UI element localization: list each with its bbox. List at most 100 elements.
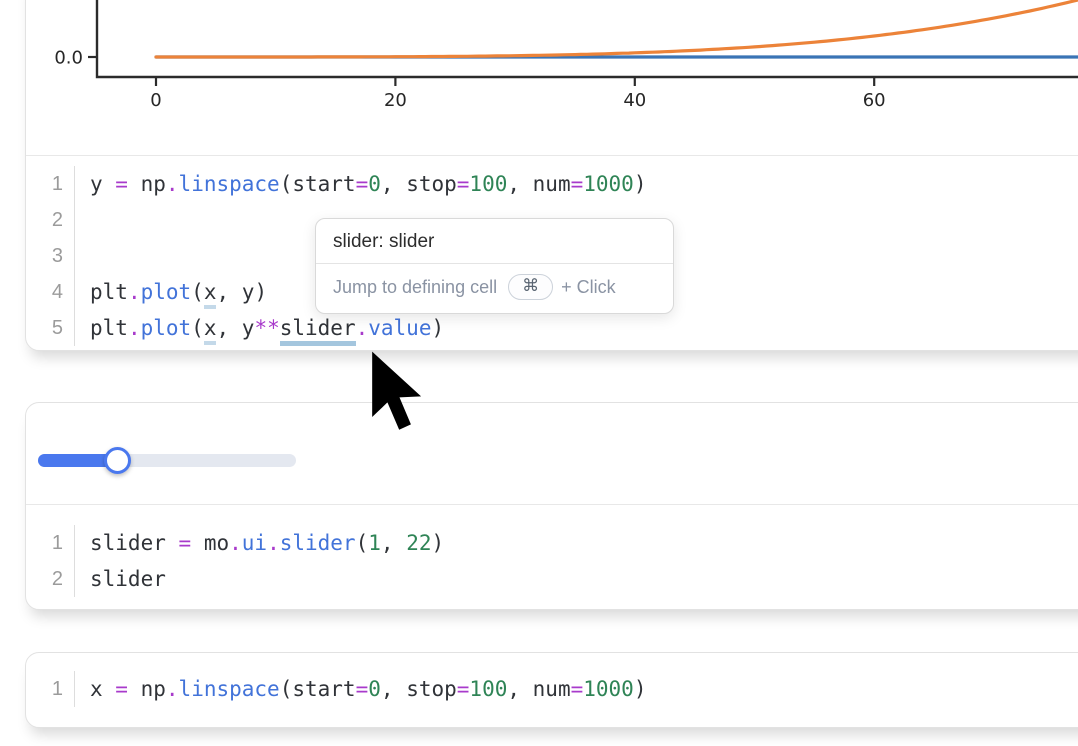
- code-token: .: [128, 316, 141, 340]
- code-token: =: [115, 172, 128, 196]
- mouse-cursor-icon: [369, 349, 423, 433]
- code-token: 0: [368, 172, 381, 196]
- slider-handle[interactable]: [104, 447, 131, 474]
- code-token: plt: [90, 316, 128, 340]
- code-token: linspace: [179, 677, 280, 701]
- code-token: .: [229, 531, 242, 555]
- code-token: y: [90, 172, 115, 196]
- code-token: (: [191, 316, 204, 340]
- notebook-cell-slider: 1slider = mo.ui.slider(1, 22)2 slider: [25, 402, 1078, 610]
- code-token: =: [115, 677, 128, 701]
- line-number: 2: [26, 561, 75, 597]
- code-token: .: [267, 531, 280, 555]
- line-number: 4: [26, 274, 75, 310]
- code-token: .: [128, 280, 141, 304]
- code-token: slider: [280, 531, 356, 555]
- hover-tooltip: slider: slider Jump to defining cell ⌘ +…: [315, 218, 674, 314]
- line-number: 1: [26, 671, 75, 707]
- tooltip-action-row: Jump to defining cell ⌘ + Click: [316, 264, 673, 313]
- code-token: (: [280, 172, 293, 196]
- reactive-ref-slider[interactable]: slider: [280, 316, 356, 346]
- code-token: ): [634, 677, 647, 701]
- reactive-ref-x[interactable]: x: [204, 280, 217, 309]
- code-token: ): [254, 280, 267, 304]
- code-token: =: [356, 172, 369, 196]
- svg-text:0: 0: [150, 90, 161, 111]
- notebook-cell-x: 1x = np.linspace(start=0, stop=100, num=…: [25, 652, 1078, 728]
- code-line: 2 slider: [26, 561, 1078, 597]
- code-line: 1y = np.linspace(start=0, stop=100, num=…: [26, 166, 1078, 202]
- code-token: mo: [191, 531, 229, 555]
- svg-text:20: 20: [384, 90, 407, 111]
- code-line-text: plt.plot(x, y**slider.value): [75, 310, 444, 346]
- code-token: y: [242, 316, 255, 340]
- code-token: ): [431, 316, 444, 340]
- code-token: ,: [507, 172, 532, 196]
- code-token: plot: [141, 280, 192, 304]
- matplotlib-output: 0.00204060: [26, 0, 1078, 147]
- code-token: stop: [406, 677, 457, 701]
- code-token: slider: [90, 531, 179, 555]
- code-token: =: [356, 677, 369, 701]
- code-editor-slider[interactable]: 1slider = mo.ui.slider(1, 22)2 slider: [26, 505, 1078, 609]
- code-token: 0: [368, 677, 381, 701]
- code-token: (: [280, 677, 293, 701]
- code-token: 22: [406, 531, 431, 555]
- code-token: .: [166, 172, 179, 196]
- code-token: ,: [381, 677, 406, 701]
- slider-track[interactable]: [38, 454, 296, 467]
- code-token: 1000: [583, 677, 634, 701]
- code-line: 5plt.plot(x, y**slider.value): [26, 310, 1078, 346]
- code-token: x: [90, 677, 115, 701]
- code-token: stop: [406, 172, 457, 196]
- code-line: 1slider = mo.ui.slider(1, 22): [26, 525, 1078, 561]
- code-token: **: [254, 316, 279, 340]
- code-line-text: slider = mo.ui.slider(1, 22): [75, 525, 444, 561]
- tooltip-title: slider: slider: [316, 219, 673, 263]
- code-token: 1000: [583, 172, 634, 196]
- code-token: ): [634, 172, 647, 196]
- reactive-ref-x[interactable]: x: [204, 316, 217, 345]
- code-line-text: slider: [75, 561, 166, 597]
- jump-to-defining-cell-label: Jump to defining cell: [333, 277, 497, 298]
- code-token: ,: [507, 677, 532, 701]
- code-token: ,: [381, 531, 406, 555]
- code-token: 1: [368, 531, 381, 555]
- code-token: =: [571, 172, 584, 196]
- code-token: ui: [242, 531, 267, 555]
- code-token: start: [292, 677, 355, 701]
- code-token: start: [292, 172, 355, 196]
- code-token: ,: [381, 172, 406, 196]
- code-token: 100: [469, 677, 507, 701]
- command-key-icon: ⌘: [508, 274, 553, 300]
- code-token: 100: [469, 172, 507, 196]
- code-token: num: [533, 677, 571, 701]
- code-token: y: [242, 280, 255, 304]
- code-line: 1x = np.linspace(start=0, stop=100, num=…: [26, 671, 1078, 707]
- line-number: 3: [26, 238, 75, 274]
- code-token: .: [166, 677, 179, 701]
- code-token: ): [431, 531, 444, 555]
- code-token: =: [457, 172, 470, 196]
- code-token: slider: [90, 567, 166, 591]
- code-token: value: [368, 316, 431, 340]
- code-line-text: x = np.linspace(start=0, stop=100, num=1…: [75, 671, 646, 707]
- code-editor-x[interactable]: 1x = np.linspace(start=0, stop=100, num=…: [26, 653, 1078, 727]
- code-token: np: [128, 677, 166, 701]
- code-token: (: [191, 280, 204, 304]
- code-token: (: [356, 531, 369, 555]
- line-number: 2: [26, 202, 75, 238]
- plot-output-area: 0.00204060: [26, 0, 1078, 156]
- code-token: linspace: [179, 172, 280, 196]
- code-token: =: [179, 531, 192, 555]
- svg-text:0.0: 0.0: [54, 48, 83, 69]
- code-token: plt: [90, 280, 128, 304]
- slider-output-area: [26, 403, 1078, 505]
- svg-text:40: 40: [623, 90, 646, 111]
- line-number: 1: [26, 166, 75, 202]
- code-token: ,: [216, 280, 241, 304]
- code-token: np: [128, 172, 166, 196]
- code-token: =: [571, 677, 584, 701]
- line-number: 5: [26, 310, 75, 346]
- code-line-text: plt.plot(x, y): [75, 274, 267, 310]
